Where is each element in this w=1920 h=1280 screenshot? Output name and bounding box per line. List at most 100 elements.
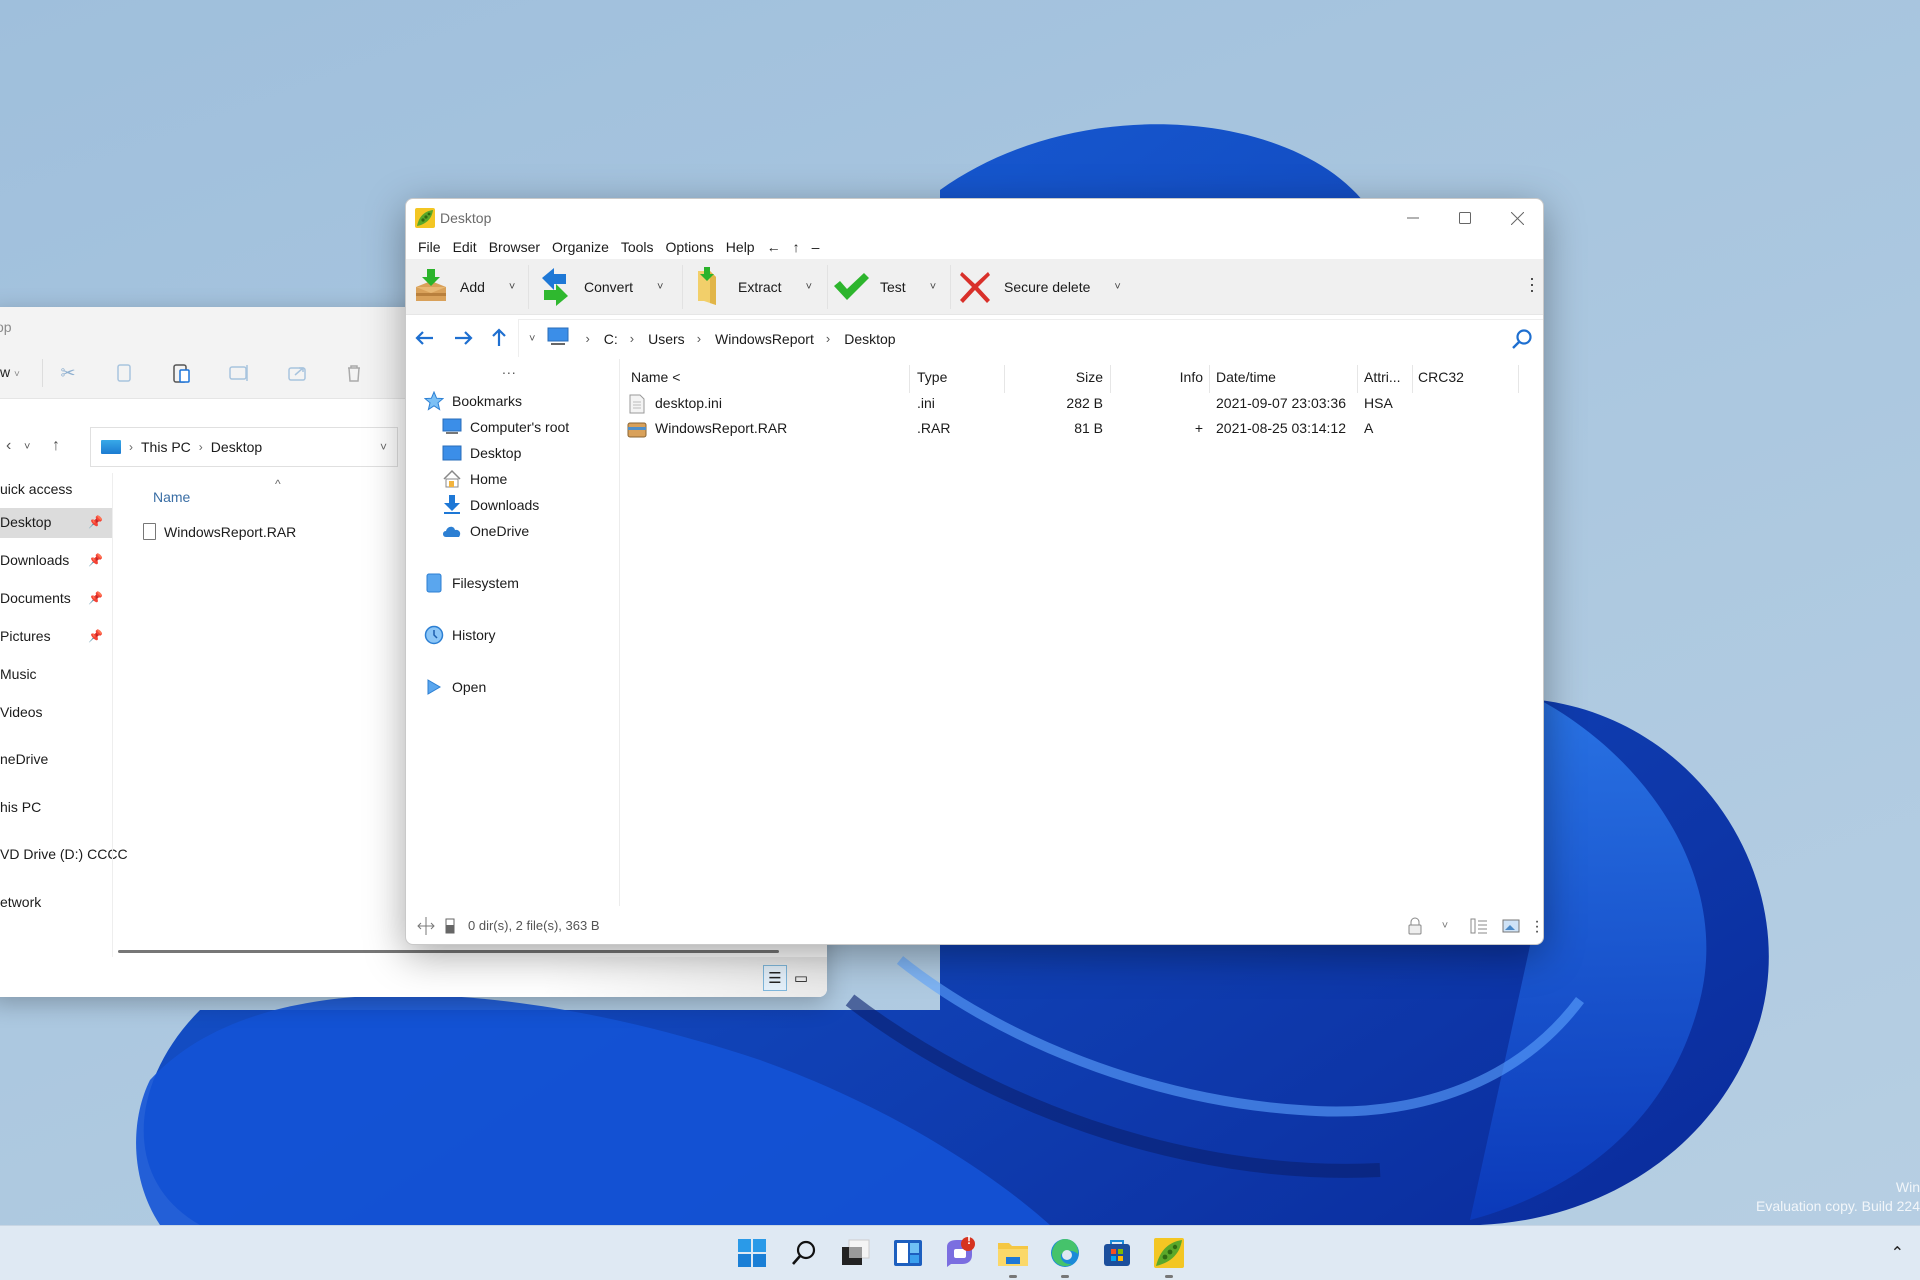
recent-dropdown-icon[interactable]: ˅	[24, 441, 30, 453]
menu-options[interactable]: Options	[662, 239, 722, 255]
add-button[interactable]: Add ˅	[412, 259, 515, 315]
back-icon[interactable]: ‹	[6, 437, 11, 455]
nav-network[interactable]: etwork	[0, 894, 41, 910]
sidebar-desktop[interactable]: Desktop	[442, 443, 521, 463]
edge-button[interactable]	[1046, 1234, 1084, 1278]
peazip-taskbar-button[interactable]	[1150, 1234, 1188, 1278]
column-divider[interactable]	[1110, 365, 1111, 393]
column-divider[interactable]	[1209, 365, 1210, 393]
horizontal-scrollbar[interactable]	[118, 950, 779, 953]
nav-quick-access[interactable]: uick access	[0, 481, 72, 497]
history-dropdown-icon[interactable]: ˅	[529, 333, 535, 345]
menu-help[interactable]: Help	[722, 239, 763, 255]
menu-back-arrow[interactable]: ←	[763, 239, 789, 255]
sidebar-home[interactable]: Home	[442, 469, 507, 489]
nav-desktop[interactable]: Desktop 📌	[0, 508, 112, 538]
computer-icon[interactable]	[547, 327, 569, 350]
share-icon[interactable]	[286, 361, 310, 385]
nav-music[interactable]: Music	[0, 666, 37, 682]
test-button[interactable]: Test ˅	[832, 259, 936, 315]
sidebar-downloads[interactable]: Downloads	[442, 495, 539, 515]
nav-pictures[interactable]: Pictures	[0, 628, 51, 644]
column-header-name[interactable]: Name <	[631, 359, 680, 395]
nav-dvd-drive[interactable]: VD Drive (D:) CCCC	[0, 846, 128, 862]
column-header-datetime[interactable]: Date/time	[1216, 359, 1276, 395]
extract-dropdown-icon[interactable]: ˅	[806, 281, 812, 293]
sidebar-onedrive[interactable]: OneDrive	[442, 521, 529, 541]
file-explorer-taskbar-button[interactable]	[994, 1234, 1032, 1278]
chevron-down-icon[interactable]: ˅	[380, 440, 387, 454]
rename-icon[interactable]	[228, 361, 252, 385]
column-divider[interactable]	[1518, 365, 1519, 393]
menu-file[interactable]: File	[414, 239, 449, 255]
menu-minimize-dash[interactable]: –	[808, 239, 828, 255]
task-view-button[interactable]	[836, 1234, 874, 1272]
sidebar-history[interactable]: History	[424, 625, 496, 645]
nav-videos[interactable]: Videos	[0, 704, 43, 720]
address-bar[interactable]: ˅ › C: › Users › WindowsReport › Desktop	[518, 319, 1543, 357]
convert-dropdown-icon[interactable]: ˅	[657, 281, 663, 293]
resize-arrows-icon[interactable]	[416, 916, 436, 936]
cut-icon[interactable]: ✂	[56, 361, 80, 385]
maximize-button[interactable]	[1439, 199, 1491, 237]
file-row[interactable]: WindowsReport.RAR .RAR 81 B + 2021-08-25…	[621, 417, 1543, 442]
close-button[interactable]	[1491, 199, 1543, 237]
paste-icon[interactable]	[170, 361, 194, 385]
column-header-name[interactable]: Name	[153, 489, 190, 505]
column-divider[interactable]	[909, 365, 910, 393]
search-icon[interactable]	[1511, 328, 1533, 350]
path-segment-users[interactable]: Users	[648, 331, 685, 347]
more-options-icon[interactable]: · · ·	[1531, 913, 1543, 939]
column-header-info[interactable]: Info	[1113, 359, 1203, 395]
nav-this-pc[interactable]: his PC	[0, 799, 41, 815]
secure-delete-dropdown-icon[interactable]: ˅	[1114, 281, 1120, 293]
new-button[interactable]: w ˅	[0, 364, 20, 380]
breadcrumb-this-pc[interactable]: This PC	[141, 439, 191, 455]
nav-onedrive[interactable]: neDrive	[0, 751, 48, 767]
menu-edit[interactable]: Edit	[449, 239, 485, 255]
column-divider[interactable]	[1412, 365, 1413, 393]
widgets-button[interactable]	[889, 1234, 927, 1272]
up-arrow-icon[interactable]: ↑	[52, 437, 60, 455]
column-header-attributes[interactable]: Attri...	[1364, 359, 1401, 395]
column-header-size[interactable]: Size	[1007, 359, 1103, 395]
tiles-view-icon[interactable]: ▭	[789, 965, 813, 991]
explorer-address-bar[interactable]: › This PC › Desktop ˅	[90, 427, 398, 467]
sidebar-bookmarks[interactable]: Bookmarks	[424, 391, 522, 411]
back-arrow-icon[interactable]	[410, 323, 440, 353]
column-divider[interactable]	[1357, 365, 1358, 393]
chevron-down-icon[interactable]: ˅	[1435, 916, 1455, 936]
menu-up-arrow[interactable]: ↑	[789, 239, 808, 255]
file-row[interactable]: desktop.ini .ini 282 B 2021-09-07 23:03:…	[621, 392, 1543, 417]
sidebar-computers-root[interactable]: Computer's root	[442, 417, 569, 437]
menu-organize[interactable]: Organize	[548, 239, 617, 255]
chevron-up-icon[interactable]: ⌃	[1891, 1243, 1904, 1263]
start-button[interactable]	[733, 1234, 771, 1272]
menu-tools[interactable]: Tools	[617, 239, 662, 255]
breadcrumb-desktop[interactable]: Desktop	[211, 439, 262, 455]
minimize-button[interactable]	[1387, 199, 1439, 237]
sidebar-more[interactable]: ...	[502, 361, 517, 377]
test-dropdown-icon[interactable]: ˅	[930, 281, 936, 293]
sidebar-open[interactable]: Open	[424, 677, 486, 697]
path-segment-c[interactable]: C:	[604, 331, 618, 347]
preview-icon[interactable]	[1501, 916, 1521, 936]
lock-icon[interactable]	[1405, 916, 1425, 936]
search-button[interactable]	[785, 1234, 823, 1272]
nav-documents[interactable]: Documents	[0, 590, 71, 606]
nav-downloads[interactable]: Downloads	[0, 552, 69, 568]
column-header-crc32[interactable]: CRC32	[1418, 359, 1464, 395]
convert-button[interactable]: Convert ˅	[536, 259, 663, 315]
copy-icon[interactable]	[112, 361, 136, 385]
chat-button[interactable]: !	[941, 1233, 979, 1272]
extract-button[interactable]: Extract ˅	[690, 259, 812, 315]
column-header-type[interactable]: Type	[917, 359, 947, 395]
forward-arrow-icon[interactable]	[448, 323, 478, 353]
details-view-icon[interactable]: ☰	[763, 965, 787, 991]
store-button[interactable]	[1098, 1234, 1136, 1272]
more-options-icon[interactable]: · · ·	[1527, 269, 1537, 299]
details-view-icon[interactable]	[1469, 916, 1489, 936]
sidebar-filesystem[interactable]: Filesystem	[424, 573, 519, 593]
column-divider[interactable]	[1004, 365, 1005, 393]
secure-delete-button[interactable]: Secure delete ˅	[956, 259, 1121, 315]
